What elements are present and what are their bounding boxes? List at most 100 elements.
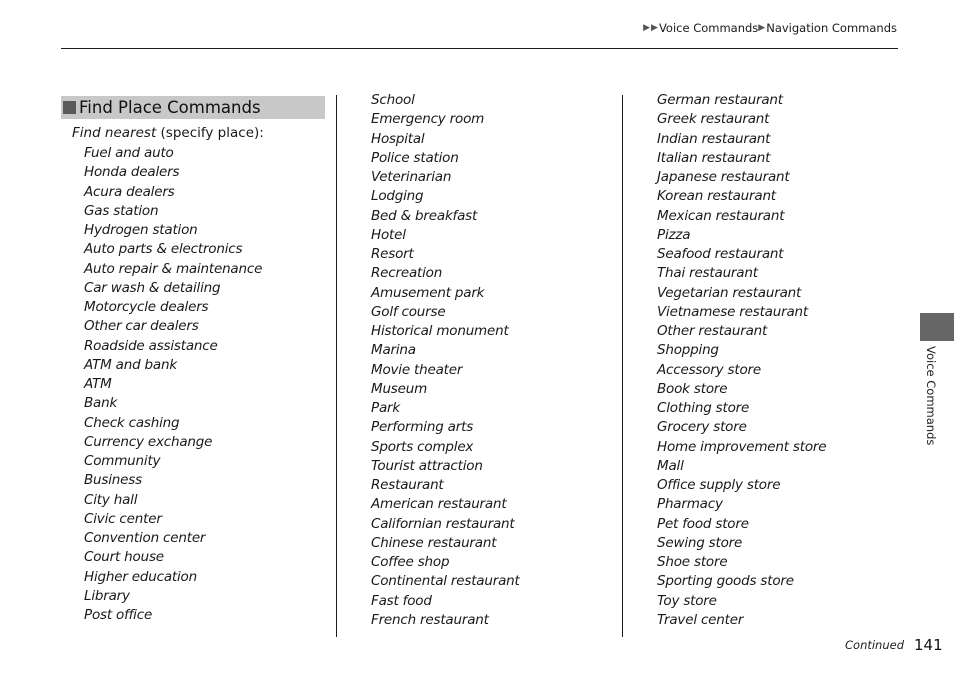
find-nearest-lead: Find nearest (specify place):	[72, 125, 264, 141]
breadcrumb-arrow-icon: ▶	[651, 23, 658, 33]
breadcrumb-item-navigation-commands[interactable]: Navigation Commands	[766, 21, 897, 35]
breadcrumb-arrow-icon: ▶	[758, 23, 766, 33]
list-item: Sewing store	[657, 534, 743, 551]
list-item: Currency exchange	[84, 433, 213, 450]
list-item: Vietnamese restaurant	[657, 303, 808, 320]
list-item: ATM	[84, 376, 112, 392]
list-item: Roadside assistance	[84, 337, 218, 354]
list-item: Tourist attraction	[371, 457, 483, 474]
list-item: Korean restaurant	[657, 188, 776, 205]
list-item: Greek restaurant	[657, 111, 770, 128]
list-item: Mexican restaurant	[657, 207, 785, 224]
list-item: Other restaurant	[657, 323, 768, 339]
list-item: Grocery store	[657, 419, 747, 436]
list-item: Hydrogen station	[84, 222, 198, 238]
list-item: Toy store	[657, 592, 717, 609]
header-divider	[61, 48, 898, 49]
place-list-column-2: School Emergency room Hospital Police stati…	[371, 91, 520, 630]
list-item: Hospital	[371, 130, 425, 147]
list-item: Japanese restaurant	[657, 169, 790, 185]
list-item: Marina	[371, 342, 416, 359]
lead-note: (specify place):	[156, 125, 264, 141]
list-item: Chinese restaurant	[371, 534, 497, 551]
list-item: Post office	[84, 607, 153, 623]
list-item: Indian restaurant	[657, 130, 771, 147]
list-item: Civic center	[84, 510, 162, 527]
list-item: Historical monument	[371, 323, 509, 339]
list-item: Italian restaurant	[657, 149, 771, 166]
list-item: Motorcycle dealers	[84, 299, 209, 315]
list-item: Fuel and auto	[84, 145, 174, 161]
list-item: Check cashing	[84, 414, 180, 431]
column-divider	[622, 95, 623, 637]
lead-command: Find nearest	[72, 125, 157, 141]
list-item: Business	[84, 472, 142, 489]
list-item: Higher education	[84, 568, 197, 585]
list-item: Honda dealers	[84, 164, 180, 181]
list-item: German restaurant	[657, 92, 783, 108]
list-item: Thai restaurant	[657, 265, 758, 282]
list-item: Vegetarian restaurant	[657, 284, 802, 301]
list-item: School	[371, 92, 415, 108]
list-item: Performing arts	[371, 419, 474, 436]
list-item: Office supply store	[657, 477, 781, 493]
list-item: Sports complex	[371, 438, 474, 455]
list-item: Golf course	[371, 303, 446, 320]
list-item: Other car dealers	[84, 318, 199, 335]
list-item: Emergency room	[371, 111, 485, 128]
list-item: Travel center	[657, 611, 744, 628]
list-item: Shopping	[657, 342, 719, 359]
list-item: American restaurant	[371, 496, 507, 513]
list-item: Acura dealers	[84, 183, 175, 200]
list-item: Recreation	[371, 265, 443, 282]
list-item: Sporting goods store	[657, 573, 794, 590]
list-item: Clothing store	[657, 400, 750, 416]
list-item: Lodging	[371, 188, 424, 205]
list-item: Book store	[657, 380, 728, 397]
list-item: Library	[84, 587, 130, 604]
list-item: Convention center	[84, 530, 206, 546]
list-item: Police station	[371, 149, 459, 166]
chapter-tab-marker[interactable]	[920, 313, 954, 341]
section-header: Find Place Commands	[61, 96, 325, 119]
list-item: Pizza	[657, 226, 691, 243]
breadcrumb-item-voice-commands[interactable]: Voice Commands	[659, 21, 758, 35]
place-list-column-3: German restaurant Greek restaurant Indian …	[657, 91, 827, 630]
breadcrumb-arrow-icon: ▶	[643, 23, 651, 33]
breadcrumb: ▶ ▶ Voice Commands ▶ Navigation Commands	[643, 21, 897, 35]
list-item: Auto parts & electronics	[84, 241, 243, 258]
list-item: Hotel	[371, 226, 406, 243]
section-square-icon	[63, 101, 76, 114]
list-item: Bank	[84, 395, 118, 412]
list-item: Pet food store	[657, 515, 749, 532]
list-item: Restaurant	[371, 477, 444, 493]
list-item: Car wash & detailing	[84, 279, 221, 296]
chapter-tab-label: Voice Commands	[924, 346, 938, 446]
list-item: Gas station	[84, 202, 159, 219]
section-title: Find Place Commands	[79, 98, 261, 117]
list-item: Veterinarian	[371, 169, 452, 185]
list-item: Coffee shop	[371, 554, 450, 570]
list-item: Shoe store	[657, 554, 728, 570]
list-item: Continental restaurant	[371, 573, 520, 590]
list-item: French restaurant	[371, 611, 489, 628]
list-item: Museum	[371, 380, 428, 397]
list-item: Home improvement store	[657, 438, 827, 455]
list-item: ATM and bank	[84, 356, 177, 373]
list-item: Community	[84, 453, 161, 469]
list-item: Accessory store	[657, 361, 761, 378]
list-item: Court house	[84, 549, 164, 566]
column-divider	[336, 95, 337, 637]
page-number: 141	[914, 636, 943, 654]
list-item: Seafood restaurant	[657, 246, 784, 262]
list-item: Movie theater	[371, 361, 463, 378]
list-item: Amusement park	[371, 284, 485, 301]
list-item: Mall	[657, 457, 684, 474]
list-item: Resort	[371, 246, 414, 262]
list-item: Pharmacy	[657, 496, 723, 513]
list-item: Bed & breakfast	[371, 207, 478, 224]
list-item: Auto repair & maintenance	[84, 260, 263, 277]
continued-note: Continued	[845, 638, 905, 652]
place-list-column-1: Fuel and auto Honda dealers Acura dealers G…	[84, 144, 262, 625]
list-item: City hall	[84, 491, 138, 508]
